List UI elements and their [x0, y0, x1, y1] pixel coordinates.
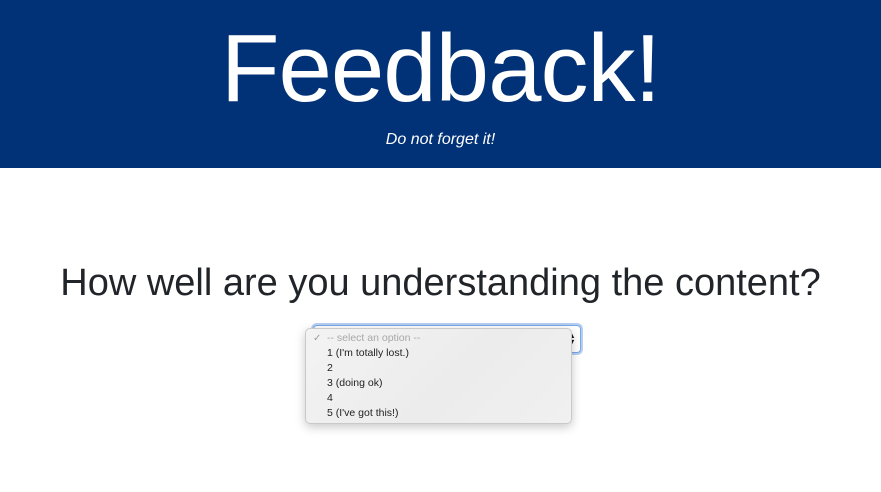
option-label: -- select an option -- — [327, 332, 421, 344]
dropdown-option-1[interactable]: 1 (I'm totally lost.) — [306, 346, 571, 361]
page-subtitle: Do not forget it! — [385, 131, 496, 148]
dropdown-option-4[interactable]: 4 — [306, 391, 571, 406]
dropdown-option-3[interactable]: 3 (doing ok) — [306, 376, 571, 391]
rating-dropdown-menu[interactable]: ✓ -- select an option -- 1 (I'm totally … — [305, 328, 572, 424]
dropdown-option-2[interactable]: 2 — [306, 361, 571, 376]
checkmark-icon: ✓ — [313, 333, 322, 344]
page-title: Feedback! — [220, 15, 661, 122]
option-label: 5 (I've got this!) — [327, 407, 399, 419]
hero-banner: Feedback! Do not forget it! — [0, 0, 881, 168]
option-label: 2 — [327, 362, 333, 374]
option-label: 3 (doing ok) — [327, 377, 383, 389]
option-label: 4 — [327, 392, 333, 404]
dropdown-option-placeholder[interactable]: ✓ -- select an option -- — [306, 331, 571, 346]
dropdown-option-5[interactable]: 5 (I've got this!) — [306, 406, 571, 421]
question-heading: How well are you understanding the conte… — [60, 262, 821, 304]
option-label: 1 (I'm totally lost.) — [327, 347, 409, 359]
